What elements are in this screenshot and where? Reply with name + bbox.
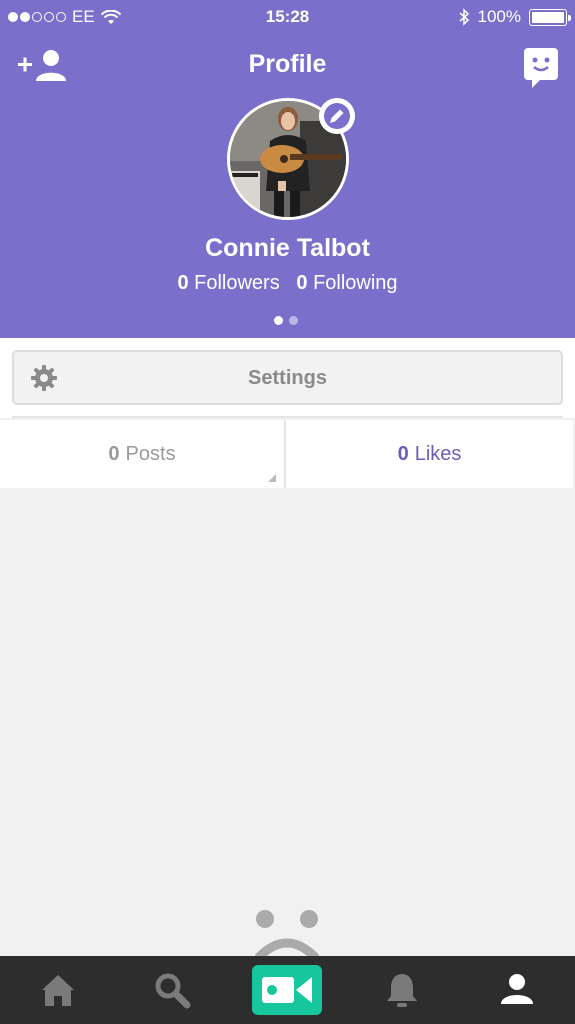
following-label: Following bbox=[313, 272, 398, 294]
follow-stats: 0 Followers 0 Following bbox=[0, 272, 575, 295]
search-icon[interactable] bbox=[152, 970, 192, 1010]
battery-icon bbox=[529, 8, 571, 26]
home-icon[interactable] bbox=[38, 970, 78, 1010]
likes-label: Likes bbox=[414, 442, 462, 465]
bluetooth-icon bbox=[459, 8, 469, 26]
likes-count: 0 bbox=[397, 442, 409, 465]
posts-label: Posts bbox=[125, 442, 176, 465]
sad-face-icon bbox=[254, 910, 320, 958]
posts-count: 0 bbox=[108, 442, 120, 465]
tab-likes[interactable]: 0 Likes bbox=[286, 420, 573, 488]
page-dot-2 bbox=[289, 316, 298, 325]
page-indicator[interactable] bbox=[274, 316, 298, 325]
battery-percent: 100% bbox=[477, 7, 521, 26]
followers-link[interactable]: 0 Followers bbox=[177, 272, 279, 294]
profile-icon[interactable] bbox=[497, 970, 537, 1010]
page-title: Profile bbox=[248, 50, 327, 78]
settings-area: Settings bbox=[0, 338, 575, 418]
profile-header: EE 15:28 100% Profile Connie Talbot 0 Fo… bbox=[0, 0, 575, 338]
profile-name: Connie Talbot bbox=[205, 234, 370, 262]
record-video-button[interactable] bbox=[252, 965, 322, 1015]
following-count: 0 bbox=[296, 272, 308, 294]
tab-posts[interactable]: 0 Posts bbox=[0, 420, 286, 488]
content-tabs: 0 Posts 0 Likes bbox=[0, 420, 575, 488]
status-right: 100% bbox=[458, 7, 571, 27]
status-bar: EE 15:28 100% bbox=[0, 0, 575, 32]
bell-icon[interactable] bbox=[382, 970, 422, 1010]
settings-button[interactable]: Settings bbox=[12, 350, 563, 405]
chat-face-icon[interactable] bbox=[524, 48, 558, 88]
pencil-icon[interactable] bbox=[319, 98, 355, 134]
video-camera-icon bbox=[262, 977, 312, 1003]
divider bbox=[12, 416, 563, 418]
settings-label: Settings bbox=[248, 367, 327, 389]
corner-indicator-icon bbox=[268, 474, 276, 482]
followers-label: Followers bbox=[194, 272, 280, 294]
page-dot-1 bbox=[274, 316, 283, 325]
following-link[interactable]: 0 Following bbox=[296, 272, 397, 294]
avatar-wrapper bbox=[227, 98, 355, 220]
followers-count: 0 bbox=[177, 272, 189, 294]
bottom-tab-bar bbox=[0, 956, 575, 1024]
